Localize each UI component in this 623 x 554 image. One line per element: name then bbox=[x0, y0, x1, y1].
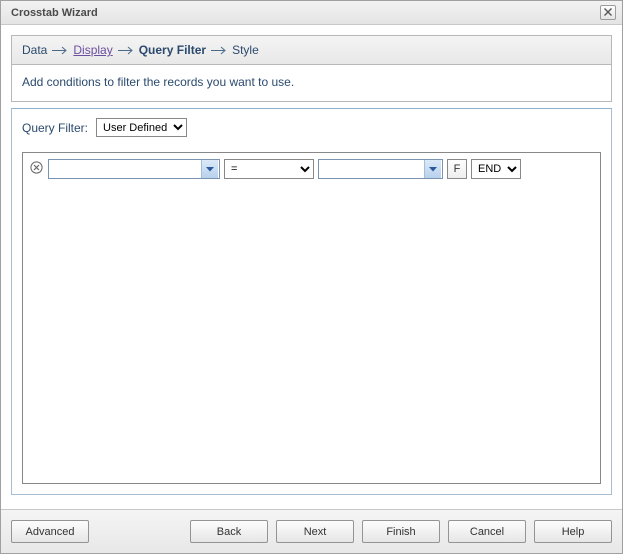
back-button[interactable]: Back bbox=[190, 520, 268, 543]
breadcrumb-step-display[interactable]: Display bbox=[73, 43, 112, 57]
condition-area: = F END bbox=[22, 152, 601, 484]
value-combo[interactable] bbox=[318, 159, 443, 179]
filter-panel: Query Filter: User Defined bbox=[11, 108, 612, 495]
operator-select[interactable]: = bbox=[224, 159, 314, 179]
condition-row: = F END bbox=[29, 159, 594, 179]
value-input[interactable] bbox=[319, 160, 424, 178]
breadcrumb: Data Display Query Filter Style bbox=[11, 35, 612, 65]
window-title: Crosstab Wizard bbox=[11, 7, 98, 19]
close-button[interactable] bbox=[600, 5, 616, 20]
arrow-icon bbox=[51, 46, 69, 55]
content-area: Data Display Query Filter Style Add cond… bbox=[1, 25, 622, 505]
breadcrumb-step-data[interactable]: Data bbox=[22, 43, 47, 57]
delete-circle-icon bbox=[30, 161, 43, 177]
chevron-down-icon bbox=[206, 163, 214, 175]
button-bar: Advanced Back Next Finish Cancel Help bbox=[1, 509, 622, 553]
field-input[interactable] bbox=[49, 160, 201, 178]
formula-button[interactable]: F bbox=[447, 159, 467, 179]
cancel-button[interactable]: Cancel bbox=[448, 520, 526, 543]
logic-select[interactable]: END bbox=[471, 159, 521, 179]
finish-button[interactable]: Finish bbox=[362, 520, 440, 543]
field-combo[interactable] bbox=[48, 159, 220, 179]
breadcrumb-step-query-filter[interactable]: Query Filter bbox=[139, 43, 206, 57]
close-icon bbox=[604, 7, 612, 19]
instruction-text: Add conditions to filter the records you… bbox=[11, 65, 612, 102]
wizard-window: Crosstab Wizard Data Display Query Filte… bbox=[0, 0, 623, 554]
filter-header: Query Filter: User Defined bbox=[12, 109, 611, 146]
next-button[interactable]: Next bbox=[276, 520, 354, 543]
breadcrumb-step-style[interactable]: Style bbox=[232, 43, 259, 57]
help-button[interactable]: Help bbox=[534, 520, 612, 543]
query-filter-type-select[interactable]: User Defined bbox=[96, 118, 187, 137]
arrow-icon bbox=[117, 46, 135, 55]
chevron-down-icon bbox=[429, 163, 437, 175]
value-dropdown-button[interactable] bbox=[424, 160, 441, 178]
query-filter-label: Query Filter: bbox=[22, 121, 88, 135]
delete-condition-button[interactable] bbox=[29, 162, 44, 177]
field-dropdown-button[interactable] bbox=[201, 160, 218, 178]
titlebar: Crosstab Wizard bbox=[1, 1, 622, 25]
arrow-icon bbox=[210, 46, 228, 55]
advanced-button[interactable]: Advanced bbox=[11, 520, 89, 543]
